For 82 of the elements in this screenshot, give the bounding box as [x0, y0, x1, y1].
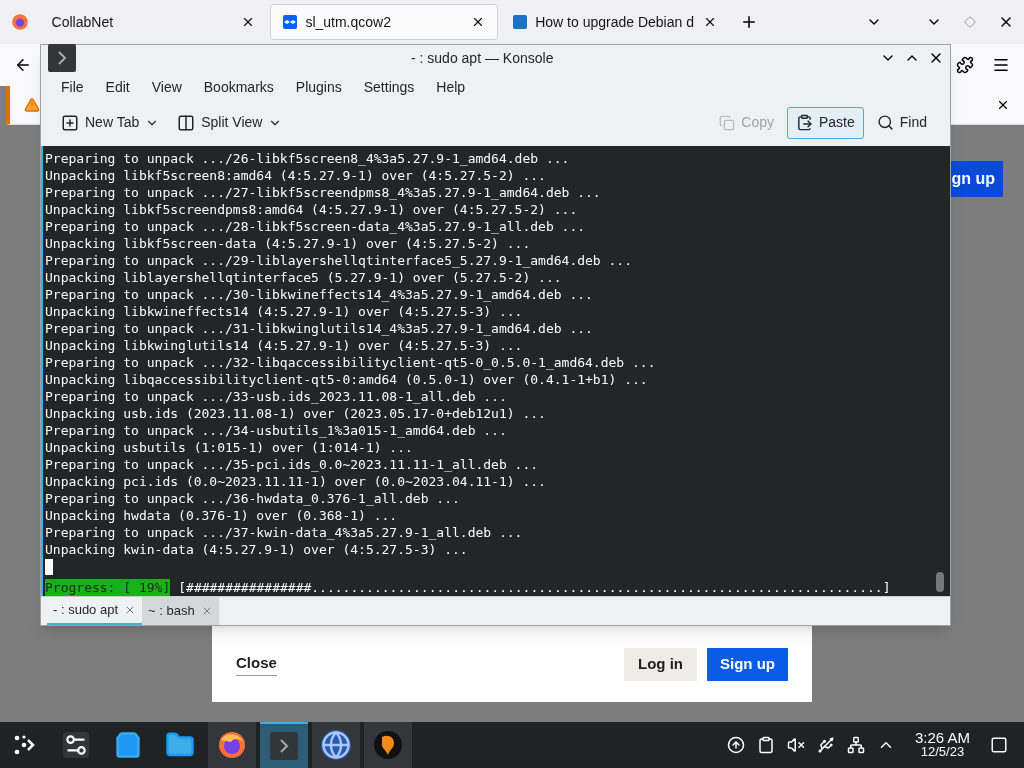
terminal-line: Preparing to unpack .../32-libqaccessibilityclient-qt5-0_0.5.0-1_amd64.deb ...	[45, 354, 657, 372]
terminal-icon	[269, 731, 299, 761]
network-icon[interactable]	[846, 736, 865, 754]
launcher-icon	[12, 733, 36, 757]
terminal-line: Preparing to unpack .../33-usb.ids_2023.11.08-1_all.deb ...	[45, 388, 508, 406]
taskbar-app[interactable]	[208, 722, 256, 768]
browser-icon	[10, 13, 29, 31]
terminal-line: Preparing to unpack .../28-libkf5screen-data_4%3a5.27.9-1_all.deb ...	[45, 218, 587, 236]
taskbar-app[interactable]	[364, 722, 412, 768]
progress-bar-text: [################.........................................................................]	[178, 579, 891, 597]
copy-icon	[719, 114, 736, 131]
terminal-line: Unpacking libkf5screen8:amd64 (4:5.27.9-1) over (4:5.27.5-2) ...	[45, 167, 547, 185]
search-icon	[876, 114, 894, 132]
terminal-line: Unpacking usbutils (1:015-1) over (1:014-1) ...	[45, 439, 414, 457]
show-desktop-icon[interactable]	[990, 736, 1008, 754]
tab-title: sl_utm.qcow2	[305, 12, 392, 32]
site-icon	[513, 15, 528, 29]
toolbar-button[interactable]: Paste	[786, 106, 864, 139]
scrollbar-thumb[interactable]	[936, 572, 944, 593]
globe-icon	[321, 730, 351, 760]
terminal-line: Unpacking libkwineffects14 (4:5.27.9-1) over (4:5.27.5-3) ...	[45, 303, 524, 321]
terminal-line: Preparing to unpack .../29-liblayershellqtinterface5_5.27.9-1_amd64.deb ...	[45, 252, 633, 270]
clipboard-icon[interactable]	[756, 736, 775, 754]
toolbar-button[interactable]: New Tab	[55, 112, 166, 134]
box-icon	[283, 15, 298, 29]
browser-tab[interactable]: How to upgrade Debian d	[501, 4, 729, 40]
toolbar-button[interactable]: Split View	[171, 112, 289, 134]
warning-icon	[24, 97, 40, 113]
menu-item[interactable]: Edit	[95, 76, 140, 98]
clock-date[interactable]: 12/5/23	[920, 745, 965, 759]
terminal-line: Preparing to unpack .../31-libkwinglutils14_4%3a5.27.9-1_amd64.deb ...	[45, 320, 594, 338]
terminal-line: Unpacking usb.ids (2023.11.08-1) over (2023.05.17-0+deb12u1) ...	[45, 405, 547, 423]
toolbar-button[interactable]: Find	[867, 106, 936, 139]
terminal-line: Preparing to unpack .../27-libkf5screendpms8_4%3a5.27.9-1_amd64.deb ...	[45, 184, 602, 202]
clock-time[interactable]: 3:26 AM	[914, 731, 970, 745]
menu-item[interactable]: File	[51, 76, 94, 98]
terminal-cursor	[45, 558, 53, 575]
new-tab-icon[interactable]	[740, 13, 758, 31]
terminal-line: Preparing to unpack .../30-libkwineffects14_4%3a5.27.9-1_amd64.deb ...	[45, 286, 594, 304]
terminal-line: Unpacking libkf5screendpms8:amd64 (4:5.27.9-1) over (4:5.27.5-2) ...	[45, 201, 579, 219]
terminal-tab[interactable]: ~ : bash	[142, 597, 219, 625]
menu-item[interactable]: View	[141, 76, 192, 98]
split-view-icon	[177, 113, 196, 132]
menu-item[interactable]: Settings	[353, 76, 425, 98]
terminal-line: Unpacking pci.ids (0.0~2023.11.11-1) over (0.0~2023.04.11-1) ...	[45, 473, 547, 491]
menu-item[interactable]: Bookmarks	[193, 76, 284, 98]
muted-speaker-icon[interactable]	[786, 736, 805, 754]
log-in-button[interactable]: Log in	[624, 647, 697, 681]
sliders-icon	[63, 732, 89, 758]
terminal-line: Unpacking liblayershellqtinterface5 (5.27.9-1) over (5.27.5-2) ...	[45, 269, 563, 287]
terminal-line: Unpacking libkwinglutils14 (4:5.27.9-1) over (4:5.27.5-3) ...	[45, 337, 524, 355]
taskbar-app[interactable]	[312, 722, 360, 768]
menu-icon[interactable]	[992, 56, 1010, 74]
terminal-line: Preparing to unpack .../37-kwin-data_4%3a5.27.9-1_all.deb ...	[45, 524, 524, 542]
browser-icon	[217, 730, 247, 760]
puzzle-icon[interactable]	[956, 56, 974, 74]
terminal-line: Unpacking libkf5screen-data (4:5.27.9-1) over (4:5.27.5-2) ...	[45, 235, 532, 253]
progress-label: Progress: [ 19%]	[45, 579, 171, 597]
close-icon[interactable]	[996, 98, 1010, 112]
usb-icon[interactable]	[816, 736, 835, 754]
back-icon[interactable]	[14, 56, 32, 74]
window-title: - : sudo apt — Konsole	[411, 48, 554, 68]
terminal-line: Preparing to unpack .../26-libkf5screen8_4%3a5.27.9-1_amd64.deb ...	[45, 150, 571, 168]
browser-tab[interactable]: sl_utm.qcow2	[270, 4, 499, 40]
sign-up-button[interactable]: Sign up	[707, 647, 788, 681]
terminal-line: Preparing to unpack .../34-usbutils_1%3a015-1_amd64.deb ...	[45, 422, 508, 440]
close-icon[interactable]	[703, 15, 717, 29]
update-icon[interactable]	[726, 736, 745, 754]
sign-up-button[interactable]: gn up	[951, 161, 1003, 197]
terminal-line: Preparing to unpack .../36-hwdata_0.376-1_all.deb ...	[45, 490, 461, 508]
terminal-line: Unpacking kwin-data (4:5.27.9-1) over (4:5.27.5-3) ...	[45, 541, 469, 559]
tab-title: How to upgrade Debian d	[535, 12, 695, 32]
menu-item[interactable]: Help	[426, 76, 476, 98]
close-link[interactable]: Close	[236, 652, 277, 676]
tab-title: CollabNet	[51, 12, 115, 32]
menu-item[interactable]: Plugins	[285, 76, 352, 98]
browser-tab[interactable]: CollabNet	[39, 4, 268, 40]
terminal-line: Unpacking hwdata (0.376-1) over (0.368-1) ...	[45, 507, 399, 525]
paste-icon	[795, 114, 813, 132]
terminal-line: Preparing to unpack .../35-pci.ids_0.0~2023.11.11-1_all.deb ...	[45, 456, 540, 474]
new-tab-icon	[61, 113, 79, 132]
terminal-line: Unpacking libqaccessibilityclient-qt5-0:amd64 (0.5.0-1) over (0.4.1-1+b1) ...	[45, 371, 649, 389]
